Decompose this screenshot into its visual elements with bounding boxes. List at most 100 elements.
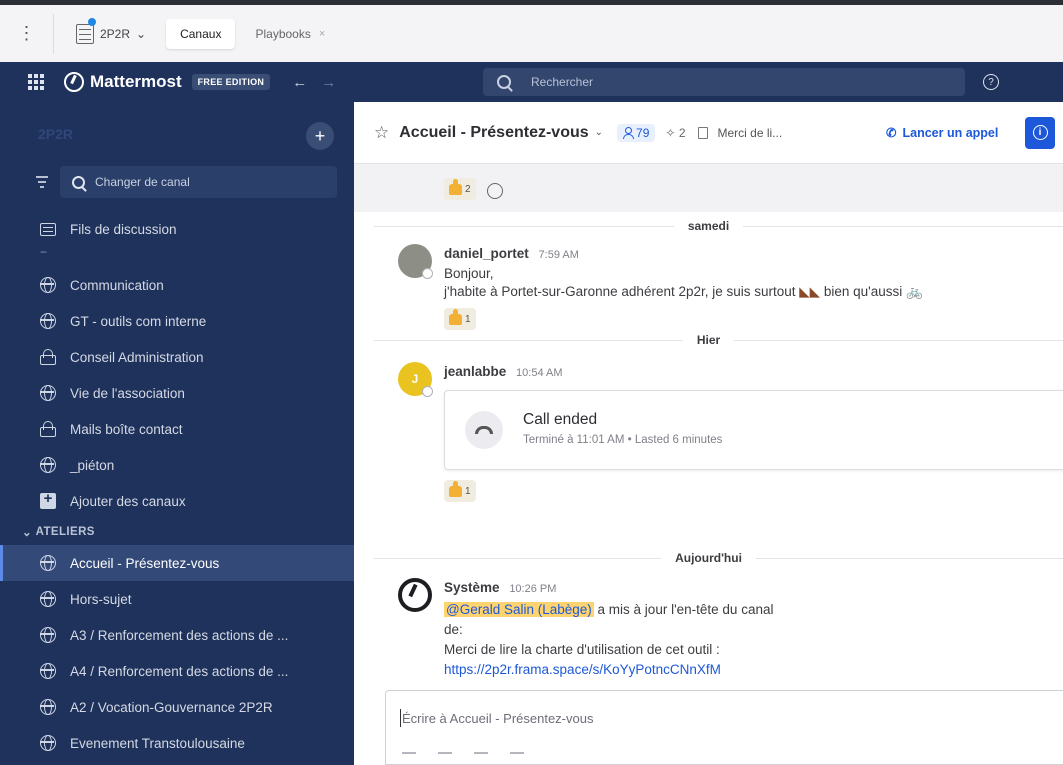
- post-text-line: @Gerald Salin (Labège) a mis à jour l'en…: [444, 602, 773, 617]
- add-icon[interactable]: +: [306, 122, 334, 150]
- sidebar-item-label: A4 / Renforcement des actions de ...: [70, 663, 289, 679]
- globe-icon: [40, 735, 56, 751]
- team-switcher[interactable]: 2P2R ⌄: [54, 17, 160, 44]
- post-text: bien qu'aussi: [823, 284, 903, 299]
- post: Système 10:26 PM @Gerald Salin (Labège) …: [354, 572, 1063, 688]
- sidebar-item-label: Accueil - Présentez-vous: [70, 555, 220, 571]
- post-author[interactable]: jeanlabbe: [444, 364, 506, 379]
- sidebar-item-label: A3 / Renforcement des actions de ...: [70, 627, 289, 643]
- post-author[interactable]: daniel_portet: [444, 246, 529, 261]
- start-call-button[interactable]: ✆ Lancer un appel: [886, 125, 998, 141]
- sidebar-item-label: Ajouter des canaux: [70, 493, 186, 509]
- reaction-count: 2: [465, 183, 471, 195]
- member-count-button[interactable]: 79: [617, 123, 656, 142]
- date-separator-label: Aujourd'hui: [661, 551, 756, 565]
- help-icon[interactable]: ?: [983, 74, 999, 90]
- close-icon[interactable]: ×: [319, 28, 325, 40]
- global-header: Mattermost FREE EDITION ← → Rechercher ?: [0, 62, 1063, 102]
- search-box[interactable]: Rechercher: [483, 68, 965, 96]
- tab-label: Canaux: [180, 26, 222, 41]
- sidebar-item-mails[interactable]: Mails boîte contact: [0, 411, 354, 447]
- info-icon: i: [1032, 125, 1048, 140]
- call-card: Call ended Terminé à 11:01 AM • Lasted 6…: [444, 390, 1063, 470]
- sidebar-item-label: Fils de discussion: [70, 221, 177, 237]
- post-time[interactable]: 7:59 AM: [539, 249, 579, 261]
- category-label: ATELIERS: [35, 526, 95, 538]
- sidebar-item-label: Mails boîte contact: [70, 421, 183, 437]
- sidebar-item-threads[interactable]: Fils de discussion: [0, 211, 354, 247]
- sidebar-item-label: _piéton: [70, 457, 115, 473]
- format-icon[interactable]: [402, 752, 416, 762]
- post-time[interactable]: 10:54 AM: [516, 367, 562, 379]
- chevron-down-icon[interactable]: ⌄: [595, 127, 603, 138]
- sidebar-item-gt-outils[interactable]: GT - outils com interne: [0, 303, 354, 339]
- post-link[interactable]: https://2p2r.frama.space/s/KoYyPotncCNnX…: [444, 662, 721, 677]
- category-header[interactable]: ⌄ ATELIERS: [0, 519, 354, 545]
- format-icon[interactable]: [510, 752, 524, 762]
- sidebar-item-vie-association[interactable]: Vie de l'association: [0, 375, 354, 411]
- product-menu-icon[interactable]: [24, 70, 48, 94]
- post-time[interactable]: 10:26 PM: [509, 583, 556, 595]
- filter-icon[interactable]: [30, 170, 54, 194]
- sidebar-item-transtoulousaine[interactable]: Evenement Transtoulousaine: [0, 725, 354, 761]
- channel-info-button[interactable]: i: [1025, 116, 1055, 149]
- sidebar-item-add-channels[interactable]: Ajouter des canaux: [0, 483, 354, 519]
- sidebar-item-label: Communication: [70, 277, 164, 293]
- user-mention[interactable]: @Gerald Salin (Labège): [444, 602, 594, 617]
- thumbs-up-reaction[interactable]: 2: [444, 178, 476, 200]
- channel-list: Fils de discussion − Communication GT - …: [0, 211, 354, 761]
- post-text: Bonjour,: [444, 266, 494, 281]
- team-name[interactable]: 2P2R: [38, 126, 73, 142]
- tab-canaux[interactable]: Canaux: [166, 18, 236, 49]
- format-icon[interactable]: [474, 752, 488, 762]
- post-text-line: j'habite à Portet-sur-Garonne adhérent 2…: [444, 284, 923, 300]
- unread-dot: [88, 17, 96, 26]
- files-icon[interactable]: [697, 126, 708, 139]
- thumbs-up-icon: [449, 178, 462, 195]
- post-text: de:: [444, 622, 463, 637]
- lock-icon: [40, 421, 56, 437]
- channel-name[interactable]: Accueil - Présentez-vous: [399, 124, 588, 142]
- channel-header: ☆ Accueil - Présentez-vous ⌄ 79 ✧ 2 Merc…: [354, 102, 1063, 164]
- chevron-down-icon: ⌄: [22, 527, 36, 539]
- sidebar-item-a4[interactable]: A4 / Renforcement des actions de ...: [0, 653, 354, 689]
- date-separator: samedi: [354, 216, 1063, 236]
- server-icon: [76, 23, 94, 44]
- bicycle-emoji-icon: 🚲: [905, 284, 923, 299]
- favorite-star-icon[interactable]: ☆: [374, 123, 389, 143]
- format-icon[interactable]: [438, 752, 452, 762]
- find-channel-button[interactable]: Changer de canal: [60, 166, 337, 198]
- date-separator-label: samedi: [673, 219, 744, 233]
- more-menu-icon[interactable]: ⋮: [0, 13, 54, 54]
- formatting-toolbar: [402, 752, 1062, 764]
- sidebar-item-a2[interactable]: A2 / Vocation-Gouvernance 2P2R: [0, 689, 354, 725]
- sidebar-item-accueil[interactable]: Accueil - Présentez-vous: [0, 545, 354, 581]
- sidebar-item-conseil[interactable]: Conseil Administration: [0, 339, 354, 375]
- tab-playbooks[interactable]: Playbooks ×: [241, 19, 339, 49]
- call-title: Call ended: [523, 411, 598, 428]
- pinned-button[interactable]: ✧ 2: [665, 126, 685, 140]
- globe-icon: [40, 385, 56, 401]
- product-logo: Mattermost: [64, 72, 182, 92]
- reaction-row: 2: [444, 178, 504, 200]
- sidebar-item-a3[interactable]: A3 / Renforcement des actions de ...: [0, 617, 354, 653]
- chevron-down-icon: ⌄: [136, 26, 147, 41]
- sidebar-item-pieton[interactable]: _piéton: [0, 447, 354, 483]
- sidebar-item-communication[interactable]: Communication: [0, 267, 354, 303]
- phone-icon: ✆: [886, 126, 897, 140]
- message-composer[interactable]: Écrire à Accueil - Présentez-vous: [385, 690, 1063, 765]
- thumbs-up-reaction[interactable]: 1: [444, 480, 476, 502]
- globe-icon: [40, 555, 56, 571]
- members-icon: [623, 127, 635, 139]
- forward-arrow-icon[interactable]: →: [321, 74, 336, 91]
- thumbs-up-reaction[interactable]: 1: [444, 308, 476, 330]
- post-text: Merci de lire la charte d'utilisation de…: [444, 642, 720, 657]
- sidebar-item-hors-sujet[interactable]: Hors-sujet: [0, 581, 354, 617]
- date-separator: Hier: [354, 330, 1063, 350]
- reaction-count: 1: [465, 485, 471, 497]
- previous-post-tail: 2: [354, 164, 1063, 212]
- channel-finder: Changer de canal: [36, 166, 337, 198]
- add-reaction-icon[interactable]: [487, 183, 504, 200]
- thumbs-up-icon: [449, 308, 462, 325]
- back-arrow-icon[interactable]: ←: [292, 74, 307, 91]
